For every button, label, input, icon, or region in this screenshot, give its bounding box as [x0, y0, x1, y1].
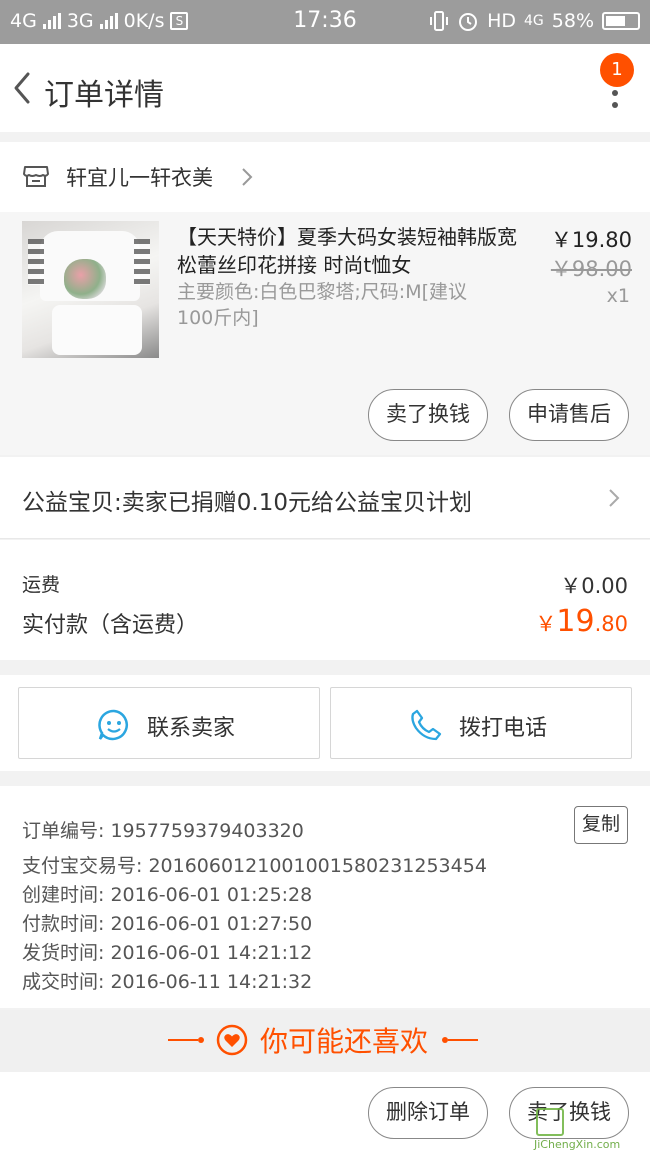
- payment-summary: 运费 ￥0.00 实付款（含运费） ￥19.80: [0, 540, 650, 660]
- delete-order-button[interactable]: 删除订单: [368, 1087, 488, 1139]
- chevron-right-icon: [609, 489, 620, 507]
- notification-badge: 1: [600, 53, 634, 87]
- call-phone-button[interactable]: 拨打电话: [330, 687, 632, 759]
- product-title[interactable]: 【天天特价】夏季大码女装短袖韩版宽松蕾丝印花拼接 时尚t恤女: [177, 223, 517, 279]
- call-phone-label: 拨打电话: [459, 716, 548, 741]
- paid-time: 付款时间: 2016-06-01 01:27:50: [22, 913, 313, 935]
- divider-left: [168, 1039, 198, 1041]
- battery-icon: [602, 12, 640, 30]
- product-original-price: ￥98.00: [550, 257, 632, 281]
- divider-right: [448, 1039, 479, 1041]
- chevron-right-icon: [242, 168, 253, 186]
- order-item: 【天天特价】夏季大码女装短袖韩版宽松蕾丝印花拼接 时尚t恤女 主要颜色:白色巴黎…: [0, 212, 650, 455]
- contact-seller-button[interactable]: 联系卖家: [18, 687, 320, 759]
- shipping-value: ￥0.00: [560, 574, 628, 598]
- watermark-text: JiChengXin.com: [534, 1138, 621, 1151]
- after-sale-button[interactable]: 申请售后: [509, 389, 629, 441]
- paid-currency: ￥: [535, 612, 557, 636]
- vibrate-icon: [430, 11, 449, 31]
- paid-integer: 19: [556, 604, 595, 639]
- hd-label: HD: [487, 10, 516, 32]
- watermark-logo: [536, 1108, 564, 1136]
- charity-row[interactable]: 公益宝贝:卖家已捐赠0.10元给公益宝贝计划: [0, 457, 650, 539]
- product-price: ￥19.80: [550, 228, 632, 252]
- paid-amount: ￥19.80: [535, 604, 628, 639]
- recommend-header: 你可能还喜欢: [0, 1010, 650, 1072]
- paid-label: 实付款（含运费）: [22, 613, 199, 638]
- order-number: 订单编号: 1957759379403320: [22, 820, 304, 842]
- recommend-title: 你可能还喜欢: [260, 1025, 429, 1058]
- net-label-3: 4G: [524, 13, 544, 29]
- shipping-label: 运费: [22, 574, 61, 596]
- site-watermark: JiChengXin.com: [532, 1104, 650, 1155]
- charity-text: 公益宝贝:卖家已捐赠0.10元给公益宝贝计划: [22, 490, 472, 516]
- shipped-time: 发货时间: 2016-06-01 14:21:12: [22, 942, 313, 964]
- nav-bar: 订单详情 1: [0, 44, 650, 132]
- order-info: 订单编号: 1957759379403320 复制 支付宝交易号: 201606…: [0, 786, 650, 1008]
- contact-area: 联系卖家 拨打电话: [0, 675, 650, 771]
- paid-decimal: .80: [594, 612, 628, 636]
- back-arrow-icon[interactable]: [10, 68, 34, 108]
- recommend-title-row: 你可能还喜欢: [168, 1020, 479, 1060]
- shop-row[interactable]: 轩宜儿一轩衣美: [0, 142, 650, 212]
- status-right: HD 4G 58%: [429, 10, 640, 32]
- created-time: 创建时间: 2016-06-01 01:25:28: [22, 884, 313, 906]
- phone-icon: [411, 709, 442, 741]
- battery-percent: 58%: [551, 10, 594, 32]
- product-sku: 主要颜色:白色巴黎塔;尺码:M[建议100斤内]: [177, 281, 468, 329]
- alarm-icon: [459, 13, 478, 31]
- alipay-number: 支付宝交易号: 2016060121001001580231253454: [22, 855, 487, 877]
- chat-smile-icon: [98, 709, 128, 741]
- product-quantity: x1: [606, 285, 630, 307]
- page-title: 订单详情: [44, 78, 164, 113]
- contact-seller-label: 联系卖家: [147, 716, 236, 741]
- copy-button[interactable]: 复制: [574, 806, 628, 844]
- resell-button[interactable]: 卖了换钱: [368, 389, 488, 441]
- completed-time: 成交时间: 2016-06-11 14:21:32: [22, 971, 313, 993]
- status-bar: 4G 3G 0K/s S 17:36 HD 4G 58%: [0, 0, 650, 44]
- product-thumbnail[interactable]: [22, 221, 159, 358]
- heart-icon: [216, 1024, 248, 1056]
- divider-dot-left: [198, 1037, 204, 1043]
- store-icon: [23, 166, 49, 187]
- shop-name: 轩宜儿一轩衣美: [66, 166, 213, 190]
